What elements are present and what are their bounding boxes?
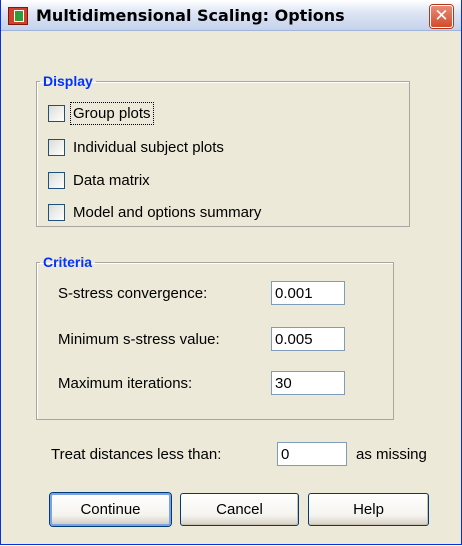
maximum-iterations-input[interactable]: 30 — [271, 371, 345, 395]
sstress-convergence-label: S-stress convergence: — [58, 285, 208, 302]
minimum-sstress-input[interactable]: 0.005 — [271, 327, 345, 351]
group-plots-checkbox[interactable]: Group plots — [48, 101, 154, 125]
continue-button[interactable]: Continue — [50, 493, 171, 526]
individual-subject-plots-checkbox[interactable]: Individual subject plots — [48, 137, 224, 157]
model-options-summary-check-square[interactable] — [48, 203, 65, 221]
title-bar[interactable]: Multidimensional Scaling: Options ✕ — [1, 0, 461, 31]
missing-threshold-input[interactable]: 0 — [277, 442, 347, 466]
help-button[interactable]: Help — [308, 493, 429, 526]
sstress-convergence-input[interactable]: 0.001 — [271, 281, 345, 305]
as-missing-label: as missing — [356, 446, 427, 463]
data-matrix-label: Data matrix — [73, 171, 150, 189]
cancel-button[interactable]: Cancel — [180, 493, 299, 526]
individual-subject-plots-label: Individual subject plots — [73, 138, 224, 156]
app-icon — [8, 7, 28, 25]
group-plots-check-square[interactable] — [48, 104, 65, 122]
close-button[interactable]: ✕ — [430, 5, 453, 28]
data-matrix-check-square[interactable] — [48, 171, 65, 189]
options-dialog: Multidimensional Scaling: Options ✕ Disp… — [0, 0, 462, 545]
model-options-summary-label: Model and options summary — [73, 203, 262, 221]
minimum-sstress-label: Minimum s-stress value: — [58, 331, 220, 348]
criteria-legend: Criteria — [43, 254, 93, 270]
individual-subject-plots-check-square[interactable] — [48, 138, 65, 156]
model-options-summary-checkbox[interactable]: Model and options summary — [48, 202, 261, 222]
display-legend: Display — [43, 73, 93, 89]
missing-threshold-label: Treat distances less than: — [51, 446, 222, 463]
maximum-iterations-label: Maximum iterations: — [58, 375, 193, 392]
dialog-title: Multidimensional Scaling: Options — [36, 6, 345, 25]
data-matrix-checkbox[interactable]: Data matrix — [48, 170, 150, 190]
group-plots-label: Group plots — [70, 101, 154, 125]
